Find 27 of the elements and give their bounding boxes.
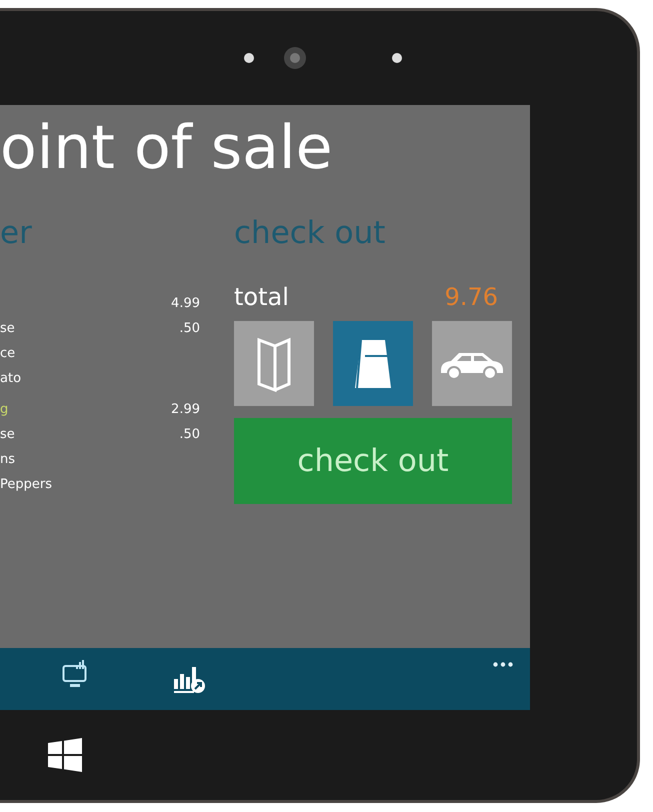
price: 2.99 xyxy=(171,402,200,417)
more-icon[interactable] xyxy=(493,662,513,667)
checkout-heading: check out xyxy=(234,214,386,253)
sensor-icon xyxy=(244,53,254,63)
price: 4.99 xyxy=(171,296,200,311)
camera-icon xyxy=(284,47,306,69)
total-amount: 9.76 xyxy=(444,283,499,311)
total-label: total xyxy=(234,283,289,311)
modifier-name: ce xyxy=(0,346,16,361)
modifier-name: se xyxy=(0,427,15,442)
sensor-icon xyxy=(392,53,402,63)
modifier-name: ato xyxy=(0,371,22,386)
bag-order-type-button[interactable] xyxy=(333,321,413,406)
page-title: oint of sale xyxy=(0,113,334,183)
modifier-name: Peppers xyxy=(0,477,52,492)
item-name: g xyxy=(0,402,8,417)
price: .50 xyxy=(179,427,200,442)
check-out-button[interactable]: check out xyxy=(234,418,512,504)
monitor-signal-icon[interactable] xyxy=(62,660,88,688)
menu-order-type-button[interactable] xyxy=(234,321,314,406)
modifier-name: ns xyxy=(0,452,16,467)
order-heading: er xyxy=(0,214,33,253)
price: .50 xyxy=(179,321,200,336)
car-order-type-button[interactable] xyxy=(432,321,512,406)
folded-menu-icon xyxy=(257,336,291,392)
windows-logo-icon[interactable] xyxy=(48,738,82,772)
modifier-name: se xyxy=(0,321,15,336)
